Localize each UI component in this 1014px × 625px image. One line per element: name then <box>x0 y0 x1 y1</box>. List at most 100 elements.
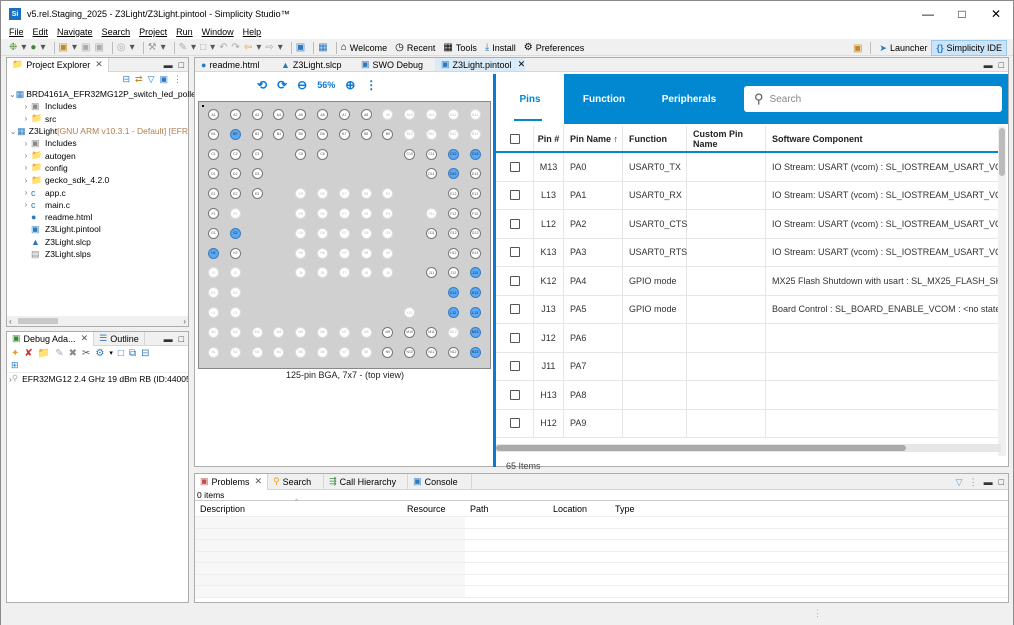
bga-pin-A13[interactable]: A13 <box>469 109 481 120</box>
dropdown-icon[interactable]: ▾ <box>130 42 135 53</box>
bga-pin-N11[interactable]: N11 <box>426 346 437 358</box>
bga-pin-N10[interactable]: N10 <box>404 346 416 358</box>
menu-window[interactable]: Window <box>202 27 234 39</box>
tab-peripherals[interactable]: Peripherals <box>644 74 734 124</box>
bga-pin-G1[interactable]: G1 <box>208 227 219 239</box>
bga-pin-A10[interactable]: A10 <box>404 109 416 120</box>
tools-button[interactable]: ▦ Tools <box>443 42 476 53</box>
bga-pin-B6[interactable]: B6 <box>317 128 328 140</box>
tab-function[interactable]: Function <box>564 74 644 124</box>
maximize-icon[interactable]: □ <box>999 477 1004 487</box>
view-menu-icon[interactable]: ⋮ <box>173 74 182 85</box>
zoom-out-icon[interactable]: ⊖ <box>297 78 307 92</box>
table-row[interactable]: J11 PA7 <box>496 352 1001 381</box>
edit-icon[interactable]: ✎ <box>55 348 63 359</box>
tab-project-explorer[interactable]: 📁 Project Explorer ✕ <box>7 57 109 72</box>
menu-project[interactable]: Project <box>139 27 167 39</box>
chevron-down-icon[interactable]: ⌄ <box>9 90 16 99</box>
table-row[interactable]: K13 PA3 USART0_RTS IO Stream: USART (vco… <box>496 238 1001 267</box>
bga-pin-B11[interactable]: B11 <box>426 128 437 140</box>
bga-pin-L12[interactable]: L12 <box>447 307 459 318</box>
table-row[interactable]: H13 PA8 <box>496 381 1001 410</box>
bga-pin-F13[interactable]: F13 <box>469 208 481 219</box>
bga-pin-J12[interactable]: J12 <box>447 267 459 279</box>
tree-item[interactable]: › 📁 src <box>7 113 188 125</box>
rotate-right-icon[interactable]: ⟳ <box>277 78 287 92</box>
forward-edit-icon[interactable]: ↷ <box>232 42 240 53</box>
menu-search[interactable]: Search <box>102 27 131 39</box>
bga-pin-C6[interactable]: C6 <box>317 148 328 160</box>
bga-pin-J6[interactable]: J6 <box>317 267 328 279</box>
tree-item[interactable]: ⌄ ▦ BRD4161A_EFR32MG12P_switch_led_polle <box>7 88 196 100</box>
row-checkbox[interactable] <box>509 389 520 400</box>
menu-edit[interactable]: Edit <box>33 27 49 39</box>
bga-pin-G12[interactable]: G12 <box>447 227 459 239</box>
bga-pin-D2[interactable]: D2 <box>229 168 241 180</box>
bga-pin-C2[interactable]: C2 <box>229 148 241 160</box>
bga-pin-M5[interactable]: M5 <box>295 326 307 338</box>
close-icon[interactable]: ✕ <box>979 1 1013 27</box>
target-icon[interactable]: ◎ <box>117 42 126 53</box>
bga-pin-M2[interactable]: M2 <box>229 326 241 338</box>
gear-icon[interactable]: ⚙ <box>95 348 104 359</box>
horizontal-scrollbar[interactable]: ‹ › <box>7 316 188 326</box>
col-location[interactable]: Location <box>548 504 610 514</box>
annotation-icon[interactable]: ✎ <box>179 42 187 53</box>
minimize-icon[interactable]: ▬ <box>984 60 993 70</box>
device-icon[interactable]: ▦ <box>318 42 327 53</box>
tree-item[interactable]: › c app.c <box>7 186 188 198</box>
open-perspective-icon[interactable]: ▣ <box>296 42 305 53</box>
cell-custom-pin-name[interactable] <box>687 153 766 181</box>
minimize-icon[interactable]: ▬ <box>164 60 173 70</box>
bga-pin-K2[interactable]: K2 <box>229 287 241 299</box>
collapse-icon[interactable]: ⊟ <box>141 348 149 359</box>
tab-problems[interactable]: ▣ Problems ✕ <box>195 473 269 490</box>
save-all-icon[interactable]: ▣ <box>94 42 103 53</box>
row-checkbox[interactable] <box>509 190 520 201</box>
table-row[interactable]: K12 PA4 GPIO mode MX25 Flash Shutdown wi… <box>496 267 1001 296</box>
bga-pin-J8[interactable]: J8 <box>360 267 372 279</box>
dropdown-icon[interactable]: ▾ <box>21 42 26 53</box>
bga-pin-B9[interactable]: B9 <box>382 128 394 140</box>
recent-button[interactable]: ◷ Recent <box>395 42 435 53</box>
bga-pin-G13[interactable]: G13 <box>469 227 481 239</box>
bga-pin-F2[interactable]: F2 <box>229 208 241 219</box>
bga-pin-F9[interactable]: F9 <box>382 208 394 219</box>
bga-pin-G9[interactable]: G9 <box>382 227 394 239</box>
bga-pin-J2[interactable]: J2 <box>229 267 241 279</box>
row-checkbox[interactable] <box>509 218 520 229</box>
row-checkbox[interactable] <box>509 332 520 343</box>
bga-pin-E8[interactable]: E8 <box>360 188 372 200</box>
bga-pin-H7[interactable]: H7 <box>338 247 350 259</box>
row-checkbox[interactable] <box>509 161 520 172</box>
bga-pin-M1[interactable]: M1 <box>208 326 219 338</box>
tree-item[interactable]: ▲ Z3Light.slcp <box>7 236 188 248</box>
cell-function[interactable]: USART0_RX <box>623 181 687 209</box>
table-row[interactable]: J12 PA6 <box>496 324 1001 353</box>
dropdown-icon[interactable]: ▾ <box>278 42 283 53</box>
maximize-icon[interactable]: □ <box>179 334 184 344</box>
bga-pin-H5[interactable]: H5 <box>295 247 307 259</box>
bga-pin-C1[interactable]: C1 <box>208 148 219 160</box>
bga-pin-A12[interactable]: A12 <box>447 109 459 120</box>
dropdown-icon[interactable]: ▾ <box>109 349 113 357</box>
bga-pin-A4[interactable]: A4 <box>273 109 285 120</box>
select-all-checkbox[interactable] <box>509 133 520 144</box>
bga-pin-N3[interactable]: N3 <box>251 346 263 358</box>
back-icon[interactable]: ⇦ <box>244 42 252 53</box>
bga-pin-B10[interactable]: B10 <box>404 128 416 140</box>
run-icon[interactable]: ● <box>30 42 36 53</box>
editor-tab-swo-debug[interactable]: ▣ SWO Debug <box>355 58 435 71</box>
bga-pin-H1[interactable]: H1 <box>208 247 219 259</box>
bga-pin-C3[interactable]: C3 <box>251 148 263 160</box>
menu-help[interactable]: Help <box>243 27 262 39</box>
row-checkbox[interactable] <box>509 304 520 315</box>
bga-pin-N6[interactable]: N6 <box>317 346 328 358</box>
dropdown-icon[interactable]: ▾ <box>72 42 77 53</box>
bga-pin-M13[interactable]: M13 <box>469 326 481 338</box>
col-pin-name[interactable]: Pin Name ↑ <box>564 126 623 151</box>
save-icon[interactable]: ▣ <box>81 42 90 53</box>
folder-icon[interactable]: 📁 <box>38 348 50 359</box>
col-software-component[interactable]: Software Component <box>766 126 1001 151</box>
bga-pin-H6[interactable]: H6 <box>317 247 328 259</box>
